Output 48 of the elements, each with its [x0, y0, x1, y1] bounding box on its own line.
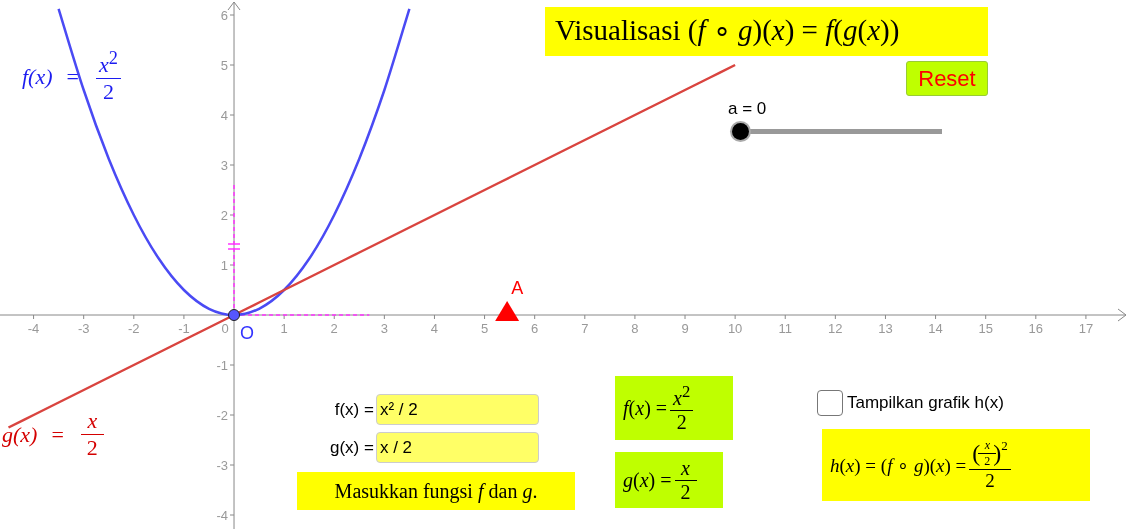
checkbox-label[interactable]: Tampilkan grafik h(x) [847, 393, 1004, 413]
axis-label: -1 [216, 358, 228, 373]
axis-label: 4 [430, 321, 439, 336]
equal-marks [227, 243, 241, 250]
title-banner: Visualisasi (f ∘ g)(x) = f(g(x)) [545, 7, 988, 56]
axis-label: 15 [978, 321, 993, 336]
axis-label: -3 [77, 321, 90, 336]
field-label: g(x) = [330, 437, 374, 458]
slider-label: a = 0 [728, 99, 767, 119]
curve-label: g(x) = x 2 [2, 408, 101, 461]
axis-label: 1 [280, 321, 288, 336]
point-label: O [240, 323, 255, 343]
axis-label: 6 [531, 321, 539, 336]
hint-banner: Masukkan fungsi f dan g. [297, 472, 575, 510]
origin-point[interactable] [228, 309, 240, 321]
axis-label: -1 [178, 321, 190, 336]
axis-label: 5 [480, 321, 489, 336]
input-field[interactable]: x² / 2 [375, 394, 539, 425]
axis-label: 17 [1078, 321, 1094, 336]
axis-label: 3 [220, 158, 228, 173]
axis-label: 13 [878, 321, 893, 336]
axis-label: 14 [928, 321, 943, 336]
axis-label: -2 [128, 321, 140, 336]
field-label: f(x) = [334, 399, 374, 420]
axis-label: 5 [220, 58, 228, 73]
axis-label: 10 [727, 321, 743, 336]
axis-label: 2 [330, 321, 338, 336]
axis-label: -4 [216, 508, 228, 523]
axis-label: 11 [778, 321, 792, 336]
axis-label: 7 [581, 321, 589, 336]
triangle-point[interactable] [495, 301, 520, 321]
axis-label: -3 [216, 458, 228, 473]
axis-label: 9 [681, 321, 689, 336]
axis-label: 4 [220, 108, 228, 123]
axis-label: -4 [27, 321, 40, 336]
axis-label: 1 [220, 258, 228, 273]
slider-thumb[interactable] [731, 123, 749, 140]
axis-label: 12 [828, 321, 843, 336]
axis-label: 6 [220, 8, 228, 23]
point-label: A [511, 278, 524, 298]
input-field[interactable]: x / 2 [375, 432, 539, 463]
axis-label: 0 [221, 321, 229, 336]
checkbox[interactable] [817, 390, 843, 416]
axis-label: 8 [631, 321, 639, 336]
axis-label: 3 [380, 321, 388, 336]
axis-label: 2 [220, 208, 228, 223]
axis-label: 16 [1028, 321, 1044, 336]
axis-label: -2 [216, 408, 228, 423]
